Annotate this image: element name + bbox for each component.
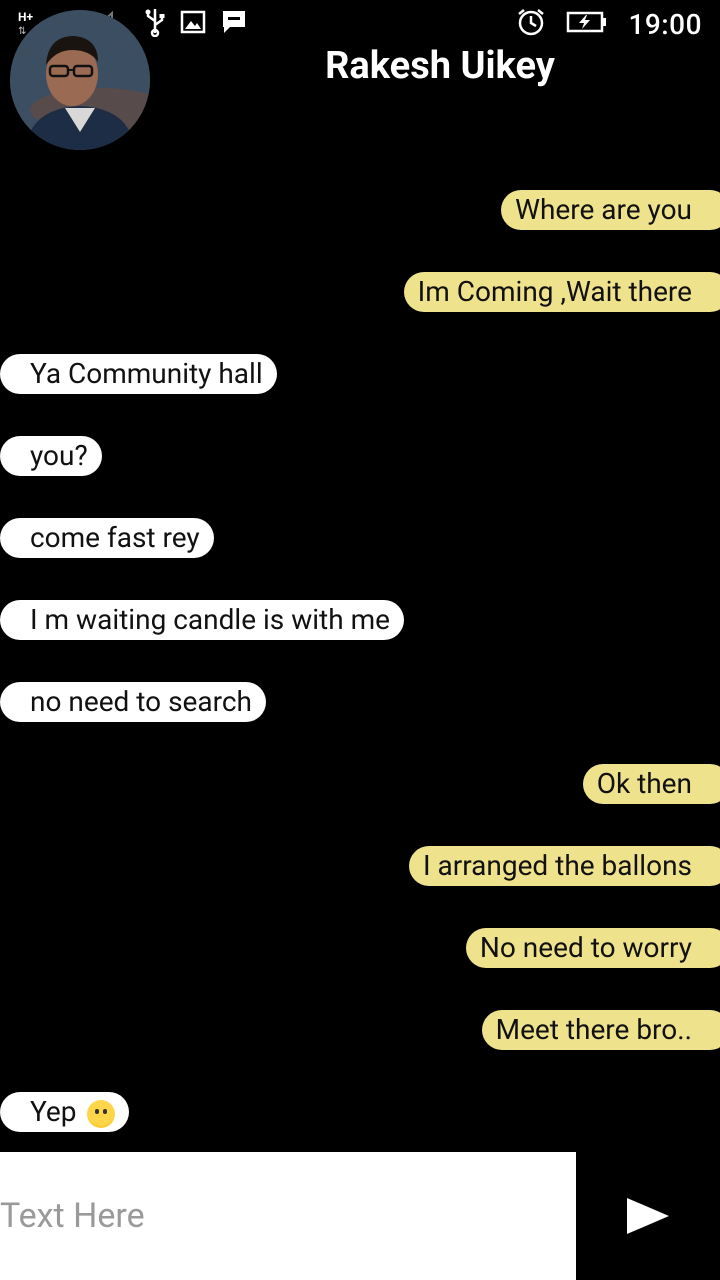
play-send-icon <box>627 1198 669 1234</box>
received-message[interactable]: Ya Community hall <box>0 354 277 394</box>
message-composer <box>0 1152 576 1280</box>
sent-message[interactable]: Where are you <box>501 190 720 230</box>
received-message[interactable]: Yep <box>0 1092 129 1132</box>
message-text: Meet there bro.. <box>495 1013 692 1046</box>
received-message[interactable]: no need to search <box>0 682 266 722</box>
sent-message[interactable]: Im Coming ,Wait there <box>403 272 720 312</box>
message-icon <box>220 8 248 40</box>
clock-time: 19:00 <box>628 7 702 41</box>
message-text: Yep <box>30 1095 77 1128</box>
contact-name: Rakesh Uikey <box>325 44 555 88</box>
send-button[interactable] <box>576 1152 720 1280</box>
received-message[interactable]: come fast rey <box>0 518 214 558</box>
sent-message[interactable]: Meet there bro.. <box>481 1010 720 1050</box>
usb-icon <box>144 7 166 41</box>
message-text: I arranged the ballons <box>422 849 692 882</box>
message-text: Where are you <box>515 193 692 226</box>
sent-message[interactable]: No need to worry <box>465 928 720 968</box>
network-type-label: H+ <box>18 10 34 24</box>
message-list[interactable]: Where are you Im Coming ,Wait there Ya C… <box>0 190 720 1150</box>
message-text: Ya Community hall <box>30 357 263 390</box>
message-text: no need to search <box>30 685 252 718</box>
battery-charging-icon <box>566 10 608 38</box>
received-message[interactable]: you? <box>0 436 102 476</box>
message-text: Im Coming ,Wait there <box>417 275 692 308</box>
hugging-face-emoji-icon <box>86 1099 115 1128</box>
gallery-icon <box>180 10 206 38</box>
message-text: you? <box>30 439 88 472</box>
message-input[interactable] <box>0 1152 560 1280</box>
sent-message[interactable]: Ok then <box>582 764 720 804</box>
message-text: come fast rey <box>30 521 200 554</box>
sent-message[interactable]: I arranged the ballons <box>408 846 720 886</box>
alarm-icon <box>516 7 546 41</box>
received-message[interactable]: I m waiting candle is with me <box>0 600 404 640</box>
message-text: I m waiting candle is with me <box>30 603 390 636</box>
message-text: No need to worry <box>479 931 692 964</box>
message-text: Ok then <box>596 767 692 800</box>
